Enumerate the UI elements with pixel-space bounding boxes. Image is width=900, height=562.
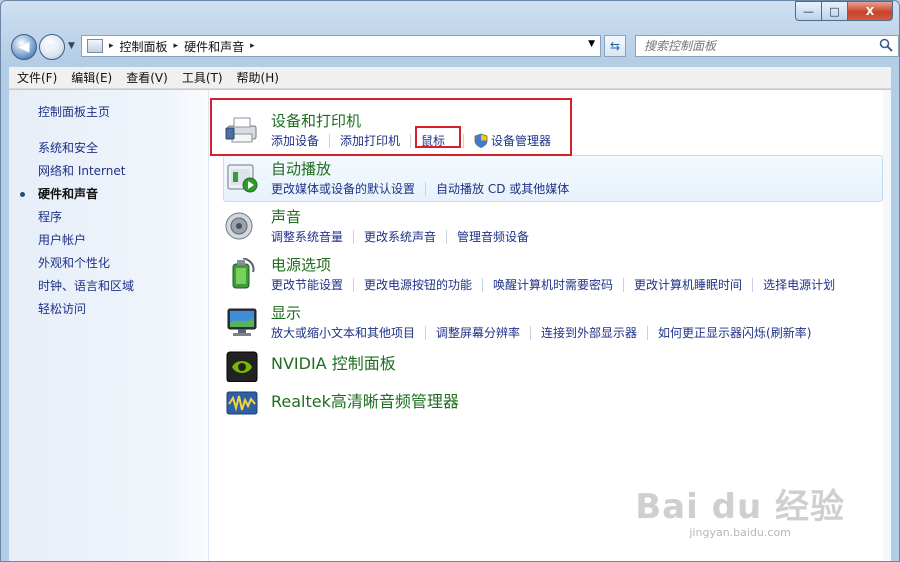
sidebar-item-programs[interactable]: 程序 bbox=[9, 206, 134, 229]
change-power-saving-link[interactable]: 更改节能设置 bbox=[271, 276, 343, 293]
forward-button[interactable]: ▶ bbox=[39, 34, 65, 60]
sidebar: 控制面板主页 系统和安全 网络和 Internet 硬件和声音 程序 用户帐户 … bbox=[9, 90, 209, 561]
search-box[interactable] bbox=[635, 35, 899, 57]
menu-bar: 文件(F) 编辑(E) 查看(V) 工具(T) 帮助(H) bbox=[9, 67, 891, 89]
maximize-button[interactable]: □ bbox=[821, 1, 847, 21]
category-title[interactable]: 显示 bbox=[271, 302, 301, 323]
category-title[interactable]: NVIDIA 控制面板 bbox=[271, 350, 396, 374]
address-bar[interactable]: ▸ 控制面板 ▸ 硬件和声音 ▸ ▼ bbox=[81, 35, 601, 57]
category-links: 更改节能设置 更改电源按钮的功能 唤醒计算机时需要密码 更改计算机睡眠时间 选择… bbox=[271, 276, 835, 293]
link-divider bbox=[353, 277, 355, 292]
autoplay-cd-link[interactable]: 自动播放 CD 或其他媒体 bbox=[436, 180, 569, 197]
address-dropdown-icon[interactable]: ▼ bbox=[588, 39, 595, 49]
breadcrumb-control-panel[interactable]: 控制面板 bbox=[120, 38, 168, 55]
link-divider bbox=[647, 325, 649, 340]
refresh-button[interactable]: ⇆ bbox=[604, 35, 626, 57]
menu-tools[interactable]: 工具(T) bbox=[182, 69, 223, 86]
category-links: 更改媒体或设备的默认设置 自动播放 CD 或其他媒体 bbox=[271, 180, 569, 197]
breadcrumb-hardware-sound[interactable]: 硬件和声音 bbox=[184, 38, 244, 55]
category-title[interactable]: 声音 bbox=[271, 206, 301, 227]
link-divider bbox=[425, 325, 427, 340]
link-divider bbox=[752, 277, 754, 292]
realtek-icon[interactable] bbox=[225, 388, 259, 420]
sidebar-home-link[interactable]: 控制面板主页 bbox=[38, 103, 110, 120]
category-title[interactable]: Realtek高清晰音频管理器 bbox=[271, 388, 459, 412]
battery-icon[interactable] bbox=[225, 258, 259, 290]
breadcrumb-separator[interactable]: ▸ bbox=[109, 41, 114, 51]
sidebar-item-ease-of-access[interactable]: 轻松访问 bbox=[9, 298, 134, 321]
screen-resolution-link[interactable]: 调整屏幕分辨率 bbox=[436, 324, 520, 341]
sidebar-list: 系统和安全 网络和 Internet 硬件和声音 程序 用户帐户 外观和个性化 … bbox=[9, 137, 134, 321]
menu-help[interactable]: 帮助(H) bbox=[237, 69, 279, 86]
control-panel-window: — □ X ◀ ▶ ▼ ▸ 控制面板 ▸ 硬件和声音 ▸ ▼ ⇆ 文件(F) 编… bbox=[0, 0, 900, 562]
close-button[interactable]: X bbox=[847, 1, 893, 21]
monitor-icon[interactable] bbox=[225, 306, 259, 338]
minimize-button[interactable]: — bbox=[795, 1, 821, 21]
sidebar-item-network[interactable]: 网络和 Internet bbox=[9, 160, 134, 183]
breadcrumb-separator[interactable]: ▸ bbox=[250, 41, 255, 51]
link-divider bbox=[353, 229, 355, 244]
category-links: 调整系统音量 更改系统声音 管理音频设备 bbox=[271, 228, 529, 245]
baidu-logo: Bai du 经验 bbox=[635, 487, 845, 527]
search-icon[interactable] bbox=[879, 38, 893, 52]
caption-buttons: — □ X bbox=[795, 1, 893, 21]
annotation-highlight-devices bbox=[210, 98, 572, 156]
link-divider bbox=[623, 277, 625, 292]
change-system-sounds-link[interactable]: 更改系统声音 bbox=[364, 228, 436, 245]
sidebar-item-user-accounts[interactable]: 用户帐户 bbox=[9, 229, 134, 252]
nvidia-icon[interactable] bbox=[225, 350, 259, 382]
recent-pages-dropdown[interactable]: ▼ bbox=[68, 41, 75, 51]
navigation-bar: ◀ ▶ ▼ ▸ 控制面板 ▸ 硬件和声音 ▸ ▼ ⇆ bbox=[9, 31, 899, 61]
wakeup-password-link[interactable]: 唤醒计算机时需要密码 bbox=[493, 276, 613, 293]
adjust-volume-link[interactable]: 调整系统音量 bbox=[271, 228, 343, 245]
menu-edit[interactable]: 编辑(E) bbox=[71, 69, 112, 86]
speaker-icon[interactable] bbox=[225, 210, 259, 242]
sidebar-item-hardware-sound: 硬件和声音 bbox=[9, 183, 134, 206]
link-divider bbox=[425, 181, 427, 196]
sidebar-item-clock-region[interactable]: 时钟、语言和区域 bbox=[9, 275, 134, 298]
link-divider bbox=[446, 229, 448, 244]
autoplay-icon[interactable] bbox=[225, 162, 259, 194]
menu-file[interactable]: 文件(F) bbox=[17, 69, 57, 86]
choose-power-plan-link[interactable]: 选择电源计划 bbox=[763, 276, 835, 293]
breadcrumb-separator[interactable]: ▸ bbox=[174, 41, 179, 51]
external-display-link[interactable]: 连接到外部显示器 bbox=[541, 324, 637, 341]
category-title[interactable]: 电源选项 bbox=[271, 254, 331, 275]
text-size-link[interactable]: 放大或缩小文本和其他项目 bbox=[271, 324, 415, 341]
baidu-watermark: Bai du 经验 jingyan.baidu.com bbox=[635, 479, 845, 539]
back-button[interactable]: ◀ bbox=[11, 34, 37, 60]
sidebar-item-security[interactable]: 系统和安全 bbox=[9, 137, 134, 160]
link-divider bbox=[482, 277, 484, 292]
menu-view[interactable]: 查看(V) bbox=[126, 69, 168, 86]
manage-audio-devices-link[interactable]: 管理音频设备 bbox=[457, 228, 529, 245]
power-button-function-link[interactable]: 更改电源按钮的功能 bbox=[364, 276, 472, 293]
refresh-rate-link[interactable]: 如何更正显示器闪烁(刷新率) bbox=[658, 324, 811, 341]
change-media-defaults-link[interactable]: 更改媒体或设备的默认设置 bbox=[271, 180, 415, 197]
content-area: 控制面板主页 系统和安全 网络和 Internet 硬件和声音 程序 用户帐户 … bbox=[9, 90, 891, 561]
annotation-highlight-mouse bbox=[415, 126, 461, 148]
link-divider bbox=[530, 325, 532, 340]
category-links: 放大或缩小文本和其他项目 调整屏幕分辨率 连接到外部显示器 如何更正显示器闪烁(… bbox=[271, 324, 811, 341]
scrollbar[interactable] bbox=[883, 90, 891, 561]
sidebar-item-appearance[interactable]: 外观和个性化 bbox=[9, 252, 134, 275]
category-title[interactable]: 自动播放 bbox=[271, 158, 331, 179]
control-panel-icon bbox=[87, 39, 103, 53]
search-input[interactable] bbox=[636, 36, 866, 56]
sleep-time-link[interactable]: 更改计算机睡眠时间 bbox=[634, 276, 742, 293]
